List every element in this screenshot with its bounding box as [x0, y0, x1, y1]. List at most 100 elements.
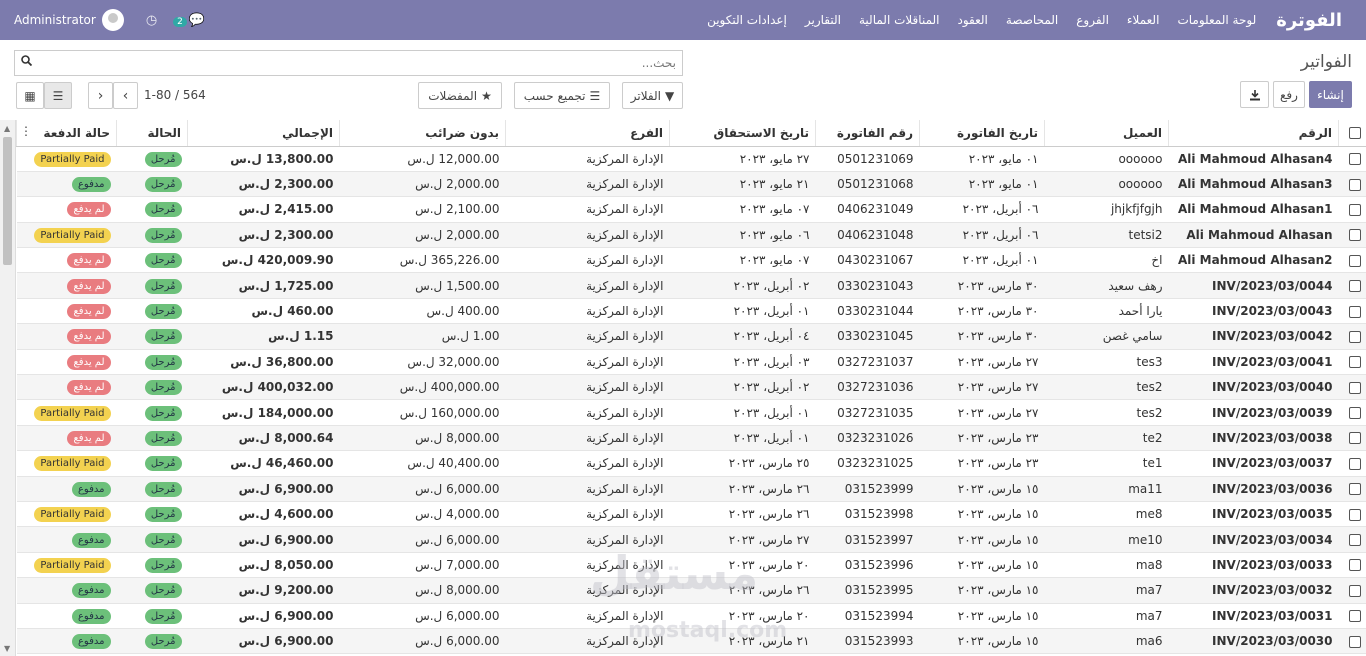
- cell-select[interactable]: [1338, 628, 1366, 655]
- cell-select[interactable]: [1338, 603, 1366, 629]
- header-customer[interactable]: العميل: [1044, 120, 1169, 147]
- row-checkbox[interactable]: [1348, 153, 1361, 166]
- table-row[interactable]: INV/2023/03/0038 te2 ٢٣ مارس، ٢٠٢٣ 03232310…: [16, 425, 1366, 452]
- cell-select[interactable]: [1338, 476, 1366, 502]
- table-row[interactable]: INV/2023/03/0044 رهف سعيد ٣٠ مارس، ٢٠٢٣ 033…: [16, 272, 1366, 299]
- row-checkbox[interactable]: [1348, 483, 1361, 496]
- menu-transfers[interactable]: المناقلات المالية: [859, 13, 940, 27]
- header-invoice-number[interactable]: رقم الفاتورة: [815, 120, 920, 147]
- pager-value[interactable]: 1-80 / 564: [144, 88, 206, 102]
- row-checkbox[interactable]: [1348, 254, 1361, 267]
- row-checkbox[interactable]: [1348, 534, 1361, 547]
- search-icon[interactable]: [21, 55, 33, 69]
- cell-select[interactable]: [1338, 399, 1366, 426]
- scroll-up-icon[interactable]: ▲: [4, 124, 10, 133]
- menu-customers[interactable]: العملاء: [1127, 13, 1160, 27]
- table-row[interactable]: INV/2023/03/0041 tes3 ٢٧ مارس، ٢٠٢٣ 0327231…: [16, 349, 1366, 376]
- row-checkbox[interactable]: [1348, 508, 1361, 521]
- table-row[interactable]: INV/2023/03/0031 ma7 ١٥ مارس، ٢٠٢٣ 03152399…: [16, 603, 1366, 629]
- row-checkbox[interactable]: [1348, 330, 1361, 343]
- cell-select[interactable]: [1338, 323, 1366, 350]
- header-due-date[interactable]: تاريخ الاستحقاق: [669, 120, 816, 147]
- header-invoice-date[interactable]: تاريخ الفاتورة: [919, 120, 1045, 147]
- menu-dashboard[interactable]: لوحة المعلومات: [1177, 13, 1256, 27]
- menu-quotas[interactable]: المحاصصة: [1006, 13, 1058, 27]
- cell-select[interactable]: [1338, 272, 1366, 299]
- row-checkbox[interactable]: [1348, 229, 1361, 242]
- row-checkbox[interactable]: [1348, 305, 1361, 318]
- header-select[interactable]: [1338, 120, 1366, 147]
- header-untaxed[interactable]: بدون ضرائب: [339, 120, 506, 147]
- scrollbar[interactable]: ▲ ▼: [0, 120, 16, 656]
- header-status[interactable]: الحالة: [116, 120, 188, 147]
- table-row[interactable]: INV/2023/03/0036 ma11 ١٥ مارس، ٢٠٢٣ 0315239…: [16, 476, 1366, 502]
- header-branch[interactable]: الفرع: [505, 120, 670, 147]
- menu-reports[interactable]: التقارير: [805, 13, 841, 27]
- kanban-view-button[interactable]: ▦: [16, 82, 44, 109]
- row-checkbox[interactable]: [1348, 559, 1361, 572]
- scrollbar-thumb[interactable]: [3, 137, 12, 265]
- activity-clock-icon[interactable]: ◷: [146, 13, 157, 28]
- cell-select[interactable]: [1338, 425, 1366, 452]
- row-checkbox[interactable]: [1348, 280, 1361, 293]
- table-row[interactable]: INV/2023/03/0040 tes2 ٢٧ مارس، ٢٠٢٣ 0327231…: [16, 374, 1366, 401]
- cell-select[interactable]: [1338, 450, 1366, 477]
- table-row[interactable]: INV/2023/03/0039 tes2 ٢٧ مارس، ٢٠٢٣ 0327231…: [16, 399, 1366, 426]
- user-name[interactable]: Administrator: [14, 13, 96, 27]
- cell-select[interactable]: [1338, 196, 1366, 223]
- row-checkbox[interactable]: [1348, 610, 1361, 623]
- row-checkbox[interactable]: [1348, 432, 1361, 445]
- cell-select[interactable]: [1338, 298, 1366, 325]
- table-row[interactable]: Ali Mahmoud Alhasan4 oooooo ٠١ مايو، ٢٠٢٣ 0…: [16, 146, 1366, 172]
- cell-select[interactable]: [1338, 526, 1366, 553]
- chat-icon[interactable]: 2 💬: [173, 13, 205, 28]
- menu-branches[interactable]: الفروع: [1076, 13, 1109, 27]
- table-row[interactable]: INV/2023/03/0043 يارا أحمد ٣٠ مارس، ٢٠٢٣ 03…: [16, 298, 1366, 325]
- table-row[interactable]: Ali Mahmoud Alhasan1 jhjkfjfgjh ٠٦ أبريل، …: [16, 196, 1366, 223]
- cell-select[interactable]: [1338, 349, 1366, 376]
- table-row[interactable]: INV/2023/03/0034 me10 ١٥ مارس، ٢٠٢٣ 0315239…: [16, 526, 1366, 553]
- table-row[interactable]: INV/2023/03/0033 ma8 ١٥ مارس، ٢٠٢٣ 03152399…: [16, 552, 1366, 579]
- row-checkbox[interactable]: [1348, 584, 1361, 597]
- table-row[interactable]: Ali Mahmoud Alhasan2 اخ ٠١ أبريل، ٢٠٢٣ 0430…: [16, 247, 1366, 274]
- cell-select[interactable]: [1338, 171, 1366, 198]
- cell-select[interactable]: [1338, 552, 1366, 579]
- table-row[interactable]: INV/2023/03/0030 ma6 ١٥ مارس، ٢٠٢٣ 03152399…: [16, 628, 1366, 655]
- pager-next-button[interactable]: ›: [113, 82, 138, 109]
- cell-select[interactable]: [1338, 247, 1366, 274]
- filters-button[interactable]: ▼ الفلاتر: [622, 82, 683, 109]
- cell-select[interactable]: [1338, 577, 1366, 604]
- avatar[interactable]: [101, 9, 124, 31]
- menu-contracts[interactable]: العقود: [958, 13, 988, 27]
- cell-select[interactable]: [1338, 222, 1366, 249]
- row-checkbox[interactable]: [1348, 407, 1361, 420]
- groupby-button[interactable]: ☰ تجميع حسب: [514, 82, 610, 109]
- row-checkbox[interactable]: [1348, 381, 1361, 394]
- row-checkbox[interactable]: [1348, 457, 1361, 470]
- table-row[interactable]: Ali Mahmoud Alhasan tetsi2 ٠٦ أبريل، ٢٠٢٣ 0…: [16, 222, 1366, 249]
- table-row[interactable]: INV/2023/03/0035 me8 ١٥ مارس، ٢٠٢٣ 03152399…: [16, 501, 1366, 528]
- cell-select[interactable]: [1338, 501, 1366, 528]
- select-all-checkbox[interactable]: [1348, 127, 1361, 140]
- table-row[interactable]: INV/2023/03/0032 ma7 ١٥ مارس، ٢٠٢٣ 03152399…: [16, 577, 1366, 604]
- menu-configuration[interactable]: إعدادات التكوين: [707, 13, 787, 27]
- scroll-down-icon[interactable]: ▼: [4, 644, 10, 653]
- download-icon[interactable]: [1240, 81, 1269, 108]
- search-input[interactable]: [76, 54, 676, 72]
- table-row[interactable]: INV/2023/03/0042 سامي غصن ٣٠ مارس، ٢٠٢٣ 033…: [16, 323, 1366, 350]
- favorites-button[interactable]: ★ المفضلات: [418, 82, 502, 109]
- cell-select[interactable]: [1338, 374, 1366, 401]
- list-view-button[interactable]: ☰: [44, 82, 72, 109]
- table-row[interactable]: Ali Mahmoud Alhasan3 oooooo ٠١ مايو، ٢٠٢٣ 0…: [16, 171, 1366, 198]
- cell-select[interactable]: [1338, 146, 1366, 172]
- row-checkbox[interactable]: [1348, 356, 1361, 369]
- row-checkbox[interactable]: [1348, 178, 1361, 191]
- pager-prev-button[interactable]: ‹: [88, 82, 113, 109]
- row-checkbox[interactable]: [1348, 203, 1361, 216]
- app-brand[interactable]: الفوترة: [1276, 10, 1342, 31]
- table-row[interactable]: INV/2023/03/0037 te1 ٢٣ مارس، ٢٠٢٣ 03232310…: [16, 450, 1366, 477]
- header-total[interactable]: الإجمالي: [187, 120, 340, 147]
- column-options-icon[interactable]: ⋮: [20, 124, 32, 138]
- upload-button[interactable]: رفع: [1273, 81, 1305, 108]
- header-number[interactable]: الرقم: [1168, 120, 1339, 147]
